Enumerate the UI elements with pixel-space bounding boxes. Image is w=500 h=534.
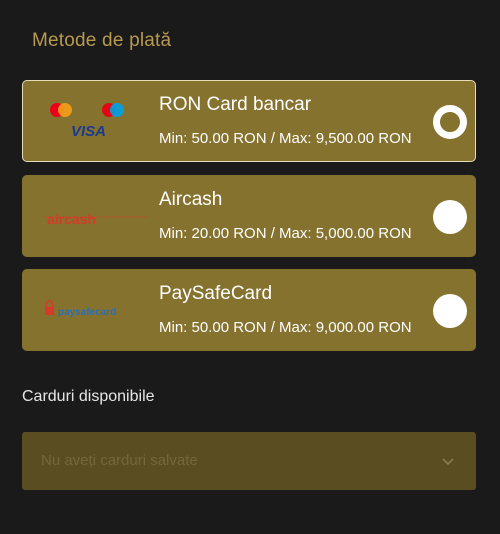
radio-button[interactable] [433, 294, 467, 328]
saved-cards-label: Carduri disponibile [22, 388, 155, 405]
payment-method-name: RON Card bancar [159, 94, 312, 115]
payment-method-name: Aircash [159, 189, 223, 210]
payment-method-limits: Min: 50.00 RON / Max: 9,000.00 RON [159, 319, 412, 336]
radio-button-selected[interactable] [433, 105, 467, 139]
saved-cards-placeholder: Nu aveți carduri salvate [41, 452, 198, 469]
radio-button[interactable] [433, 200, 467, 234]
payment-method-aircash[interactable]: aircash Aircash Min: 20.00 RON / Max: 5,… [22, 175, 476, 257]
aircash-logo-text: aircash [47, 211, 96, 227]
section-title: Metode de plată [32, 30, 172, 51]
payment-method-paysafecard[interactable]: paysafecard PaySafeCard Min: 50.00 RON /… [22, 269, 476, 351]
visa-text: VISA [71, 123, 106, 140]
mastercard-maestro-visa-icon: VISA [41, 97, 151, 147]
aircash-logo-icon: aircash [41, 192, 151, 242]
paysafecard-logo-icon: paysafecard [41, 286, 151, 336]
saved-cards-dropdown[interactable]: Nu aveți carduri salvate [22, 432, 476, 490]
payment-method-name: PaySafeCard [159, 283, 273, 304]
paysafecard-logo-text: paysafecard [58, 307, 116, 318]
payment-method-card-ron[interactable]: VISA RON Card bancar Min: 50.00 RON / Ma… [22, 80, 476, 162]
payment-method-limits: Min: 50.00 RON / Max: 9,500.00 RON [159, 130, 412, 147]
payment-method-limits: Min: 20.00 RON / Max: 5,000.00 RON [159, 225, 412, 242]
chevron-down-icon [440, 453, 456, 469]
